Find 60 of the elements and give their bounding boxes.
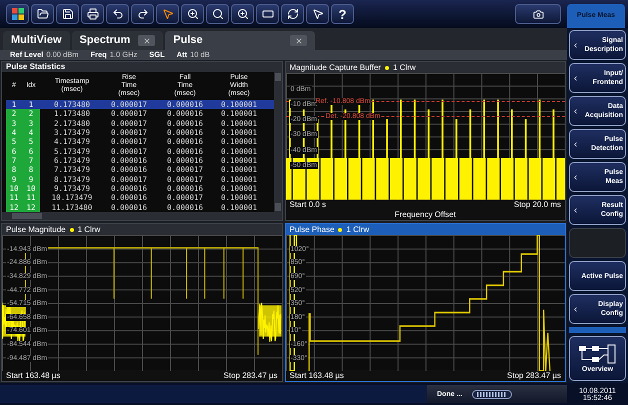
window-icon bbox=[262, 8, 274, 20]
camera-icon bbox=[532, 8, 544, 20]
submenu-icon bbox=[572, 206, 579, 214]
redo-icon bbox=[136, 8, 148, 20]
progress-indicator-icon bbox=[472, 390, 512, 398]
help-button[interactable]: ? bbox=[331, 4, 354, 24]
start-label: Start 0.0 s bbox=[290, 201, 326, 209]
save-icon bbox=[62, 8, 74, 20]
toolbar-button[interactable] bbox=[31, 4, 54, 24]
zoom-icon bbox=[186, 8, 198, 20]
toolbar-button[interactable] bbox=[56, 4, 79, 24]
zoom-icon bbox=[236, 8, 248, 20]
panel-title: Pulse Phase bbox=[290, 226, 334, 234]
panel-title: Pulse Statistics bbox=[6, 63, 66, 71]
close-icon[interactable] bbox=[138, 35, 156, 46]
horizontal-scrollbar[interactable] bbox=[2, 212, 282, 220]
refresh-icon bbox=[286, 8, 298, 20]
search-icon bbox=[212, 8, 224, 20]
close-icon[interactable] bbox=[290, 35, 308, 46]
screenshot-button[interactable] bbox=[515, 4, 561, 24]
toolbar-button[interactable] bbox=[256, 4, 279, 24]
submenu-icon bbox=[572, 140, 579, 148]
tab[interactable]: MultiView bbox=[3, 31, 70, 50]
toolbar-button[interactable] bbox=[6, 4, 29, 24]
toolbar-button[interactable] bbox=[106, 4, 129, 24]
toolbar-button[interactable] bbox=[81, 4, 104, 24]
vertical-scrollbar[interactable] bbox=[274, 72, 282, 212]
toolbar-button[interactable] bbox=[156, 4, 179, 24]
submenu-icon bbox=[572, 74, 579, 82]
toolbar-button[interactable] bbox=[181, 4, 204, 24]
trace-label: 1 Clrw bbox=[392, 64, 416, 72]
trace-label: 1 Clrw bbox=[78, 226, 100, 234]
submenu-icon bbox=[572, 108, 579, 114]
tab[interactable]: Pulse bbox=[165, 31, 316, 50]
trace-label: 1 Clrw bbox=[346, 226, 370, 234]
toolbar-button[interactable] bbox=[131, 4, 154, 24]
folder-icon bbox=[36, 8, 48, 20]
panel-title: Magnitude Capture Buffer bbox=[290, 64, 381, 72]
toolbar-button[interactable] bbox=[306, 4, 329, 24]
toolbar-button[interactable] bbox=[206, 4, 229, 24]
submenu-icon bbox=[572, 174, 579, 180]
panel-title: Pulse Magnitude bbox=[6, 226, 66, 234]
submenu-icon bbox=[572, 42, 579, 48]
windows-icon bbox=[12, 8, 24, 20]
stop-label: Stop 20.0 ms bbox=[514, 201, 561, 209]
x-axis-title: Frequency Offset bbox=[394, 211, 456, 219]
start-label: Start 163.48 µs bbox=[290, 372, 344, 380]
empty-softkey bbox=[569, 228, 626, 258]
submenu-icon bbox=[572, 306, 579, 312]
toolbar-button[interactable] bbox=[281, 4, 304, 24]
stop-label: Stop 283.47 µs bbox=[507, 372, 561, 380]
toolbar-button[interactable] bbox=[231, 4, 254, 24]
pointer-icon bbox=[162, 8, 174, 20]
tab[interactable]: Spectrum bbox=[72, 31, 164, 50]
start-label: Start 163.48 µs bbox=[6, 372, 60, 380]
undo-icon bbox=[112, 8, 124, 20]
stop-label: Stop 283.47 µs bbox=[224, 372, 278, 380]
pointer-icon bbox=[312, 8, 324, 20]
printer-icon bbox=[86, 8, 98, 20]
signal-flow-icon bbox=[578, 344, 618, 364]
